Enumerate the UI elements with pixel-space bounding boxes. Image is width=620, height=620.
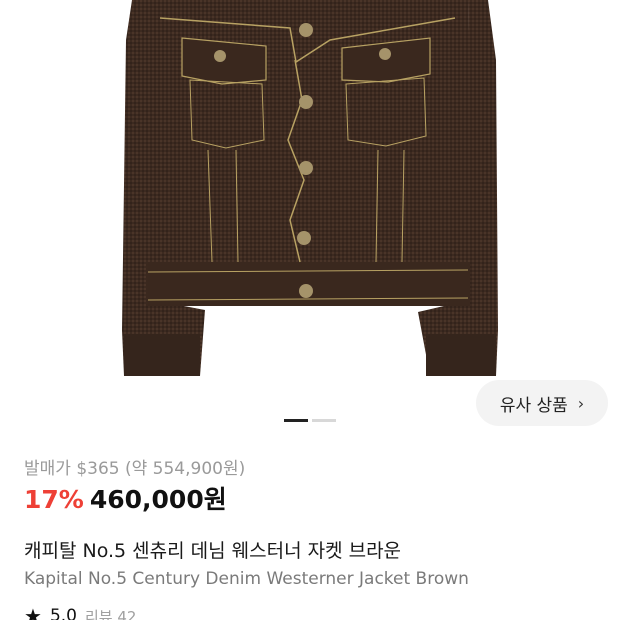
chevron-right-icon: › [577, 393, 585, 413]
price-row: 17% 460,000원 [24, 480, 227, 516]
jacket-image [122, 0, 498, 376]
reviews-link[interactable]: 리뷰 42 [85, 606, 136, 620]
discount-rate: 17% [24, 485, 84, 514]
release-price: 발매가 $365 (약 554,900원) [24, 459, 246, 479]
carousel-indicator [284, 419, 336, 422]
product-title-korean: 캐피탈 No.5 센츄리 데님 웨스터너 자켓 브라운 [24, 540, 402, 562]
similar-products-label: 유사 상품 [499, 395, 568, 416]
rating-row[interactable]: ★ 5.0 리뷰 42 [24, 604, 136, 620]
carousel-dot-active [284, 419, 308, 422]
product-image[interactable]: 유사 상품 › [0, 0, 620, 430]
carousel-dot [312, 419, 336, 422]
current-price: 460,000원 [89, 485, 227, 514]
rating-value: 5.0 [49, 606, 77, 620]
product-title-english: Kapital No.5 Century Denim Westerner Jac… [24, 569, 469, 589]
similar-products-button[interactable]: 유사 상품 › [476, 380, 608, 426]
star-icon: ★ [24, 604, 42, 620]
